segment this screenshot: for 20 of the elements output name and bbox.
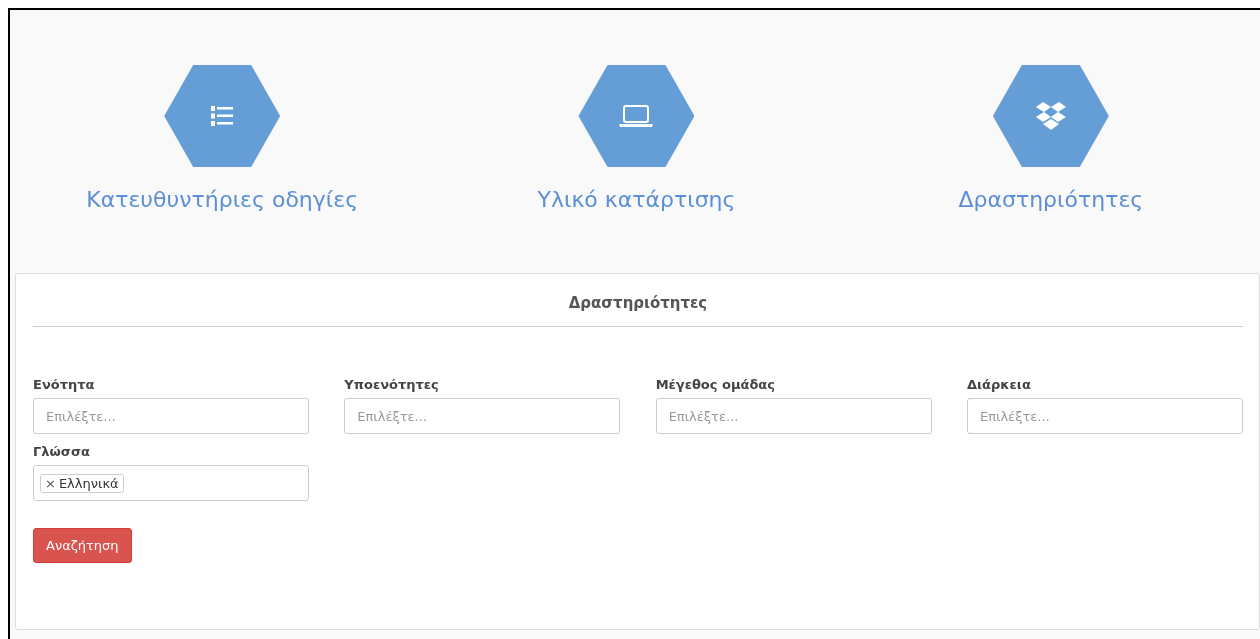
- category-link[interactable]: Δραστηριότητες: [958, 187, 1144, 212]
- field-label: Διάρκεια: [967, 377, 1032, 392]
- category-link[interactable]: Κατευθυντήριες οδηγίες: [86, 187, 359, 212]
- tag-text: Ελληνικά: [58, 475, 119, 491]
- field-label: Γλώσσα: [33, 444, 91, 459]
- select-field[interactable]: Επιλέξτε...: [344, 398, 621, 434]
- select-field[interactable]: × Ελληνικά: [33, 465, 309, 501]
- laptop-icon: [618, 104, 655, 128]
- field-label: Ενότητα: [33, 377, 96, 392]
- numbered-list-icon: [211, 105, 234, 127]
- category-link[interactable]: Υλικό κατάρτισης: [537, 187, 736, 212]
- select-field[interactable]: Επιλέξτε...: [967, 398, 1243, 434]
- select-field[interactable]: Επιλέξτε...: [33, 398, 309, 434]
- remove-icon[interactable]: ×: [45, 475, 56, 491]
- selected-tag[interactable]: × Ελληνικά: [40, 473, 124, 493]
- search-button[interactable]: Αναζήτηση: [33, 528, 132, 563]
- field-label: Υποενότητες: [344, 377, 440, 392]
- panel-title: Δραστηριότητες: [33, 288, 1243, 327]
- select-field[interactable]: Επιλέξτε...: [655, 398, 932, 434]
- field-label: Μέγεθος ομάδας: [655, 377, 776, 392]
